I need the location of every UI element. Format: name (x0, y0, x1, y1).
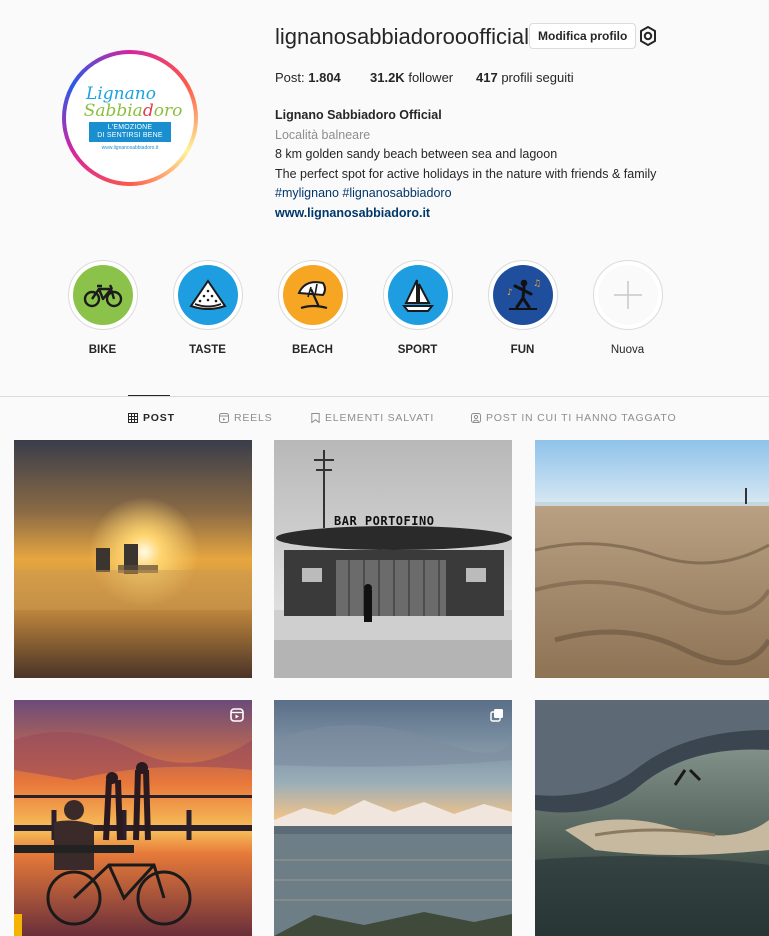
post-thumbnail[interactable] (535, 440, 769, 678)
highlight-beach[interactable]: BEACH (260, 260, 365, 356)
post-image (274, 700, 512, 936)
post-image (535, 440, 769, 678)
logo-url: www.lignanosabbiadoro.it (101, 144, 159, 151)
tab-reels[interactable]: REELS (219, 412, 272, 424)
watermelon-icon (188, 279, 227, 310)
bio-category: Località balneare (275, 127, 371, 142)
bio-hashtags[interactable]: #mylignano #lignanosabbiadoro (275, 184, 656, 204)
settings-gear-icon[interactable] (636, 24, 660, 48)
corner-mark (14, 914, 22, 936)
highlight-bike[interactable]: BIKE (50, 260, 155, 356)
highlight-new[interactable]: Nuova (575, 260, 680, 356)
profile-stats: Post: 1.804 31.2K follower 417 profili s… (275, 70, 574, 85)
post-image (274, 440, 512, 678)
following-count[interactable]: 417 profili seguiti (476, 70, 574, 85)
profile-username: lignanosabbiadorooofficial (275, 24, 530, 49)
bookmark-icon (311, 413, 320, 423)
followers-count[interactable]: 31.2K follower (370, 70, 476, 85)
highlight-label: SPORT (397, 344, 438, 356)
posts-count: Post: 1.804 (275, 70, 341, 85)
post-image (14, 440, 252, 678)
highlight-taste[interactable]: TASTE (155, 260, 260, 356)
post-thumbnail[interactable]: BAR PORTOFINO (274, 440, 512, 678)
tab-saved[interactable]: ELEMENTI SALVATI (311, 412, 434, 424)
bike-icon (83, 284, 122, 308)
tabs-divider (0, 396, 769, 397)
logo-line2: Sabbiadoro (83, 100, 183, 121)
tag-user-icon (471, 413, 481, 423)
highlight-label: TASTE (189, 344, 226, 356)
highlight-label: BEACH (292, 344, 333, 356)
bar-sign-text: BAR PORTOFINO (334, 514, 435, 528)
bio-line1: 8 km golden sandy beach between sea and … (275, 147, 558, 161)
post-thumbnail[interactable] (535, 700, 769, 936)
carousel-icon (490, 709, 503, 722)
sailboat-icon (401, 279, 434, 312)
svg-text:♪: ♪ (507, 288, 513, 298)
grid-icon (128, 413, 138, 423)
bio-line2: The perfect spot for active holidays in … (275, 166, 657, 181)
active-tab-indicator (128, 395, 170, 396)
logo-line1: Lignano (86, 83, 156, 104)
svg-text:♫: ♫ (533, 279, 541, 289)
profile-avatar[interactable]: Lignano Sabbiadoro L'EMOZIONE DI SENTIRS… (66, 54, 194, 182)
story-highlights: BIKE TASTE BEACH SPORT ♪ ♫ FUN Nuova (50, 260, 680, 356)
post-image (535, 700, 769, 936)
tab-tagged[interactable]: POST IN CUI TI HANNO TAGGATO (471, 412, 676, 424)
umbrella-icon (297, 281, 327, 310)
bio-website-link[interactable]: www.lignanosabbiadoro.it (275, 204, 656, 224)
highlight-label: Nuova (610, 344, 645, 356)
bio-name: Lignano Sabbiadoro Official (275, 108, 442, 122)
highlight-fun[interactable]: ♪ ♫ FUN (470, 260, 575, 356)
plus-icon (613, 281, 642, 309)
highlight-sport[interactable]: SPORT (365, 260, 470, 356)
profile-avatar-ring[interactable]: Lignano Sabbiadoro L'EMOZIONE DI SENTIRS… (62, 50, 198, 186)
highlight-label: BIKE (88, 344, 117, 356)
post-thumbnail[interactable] (14, 440, 252, 678)
tab-label: POST (143, 412, 175, 424)
reel-icon (230, 708, 244, 722)
highlight-label: FUN (510, 344, 535, 356)
tab-post[interactable]: POST (128, 412, 175, 424)
tab-label: REELS (234, 412, 273, 424)
dancer-icon: ♪ ♫ (507, 279, 541, 310)
post-thumbnail[interactable] (274, 700, 512, 936)
tab-label: POST IN CUI TI HANNO TAGGATO (486, 412, 677, 424)
logo-banner: L'EMOZIONE DI SENTIRSI BENE (89, 121, 171, 142)
edit-profile-button[interactable]: Modifica profilo (529, 23, 637, 49)
post-image (14, 700, 252, 936)
post-thumbnail[interactable] (14, 700, 252, 936)
reels-icon (219, 413, 229, 423)
posts-grid: BAR PORTOFINO (14, 440, 769, 936)
profile-bio: Lignano Sabbiadoro Official Località bal… (275, 106, 656, 223)
tab-label: ELEMENTI SALVATI (325, 412, 435, 424)
